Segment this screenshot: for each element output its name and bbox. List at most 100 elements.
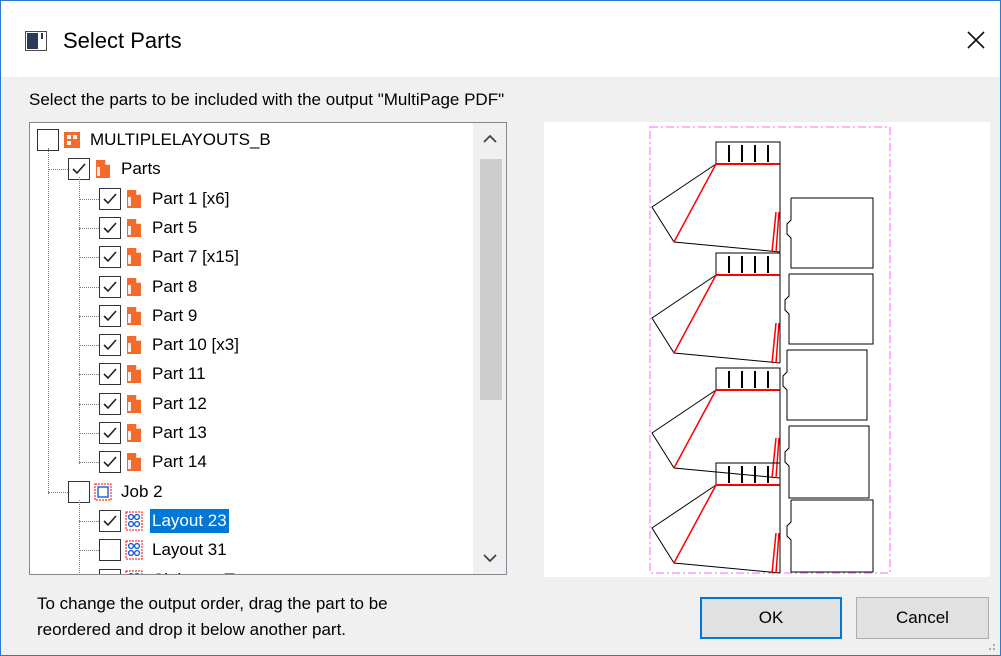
tree-connector-line (79, 177, 80, 465)
tree-item-layout-31[interactable]: Layout 31 (99, 536, 229, 564)
part-icon (125, 394, 143, 414)
tree-item-label: Part 11 (152, 364, 206, 384)
part-icon (125, 189, 143, 209)
scroll-thumb[interactable] (480, 159, 502, 400)
checkbox-unchecked[interactable] (99, 539, 121, 562)
app-icon (25, 31, 47, 51)
checkbox-checked[interactable] (99, 275, 121, 298)
tree-item-label: Part 12 (152, 393, 207, 413)
cut-line (775, 322, 780, 364)
cut-line (673, 389, 717, 469)
cut-line (771, 532, 777, 574)
close-button[interactable] (959, 23, 993, 57)
tree-item-multiplelayouts-b[interactable]: MULTIPLELAYOUTS_B (37, 126, 273, 154)
tree-item-part-7-x15[interactable]: Part 7 [x15] (99, 243, 241, 271)
chevron-up-icon (482, 134, 497, 143)
cut-line (673, 274, 717, 354)
parts-tree[interactable]: Clairman Town Layout 31 Layout 23 Job 2 Part… (29, 122, 507, 575)
ok-button[interactable]: OK (700, 597, 842, 639)
part-outline (715, 367, 781, 391)
cut-line (775, 437, 780, 479)
select-parts-dialog: Select Parts Select the parts to be incl… (0, 0, 1001, 656)
sheet-icon (94, 482, 112, 502)
cut-line (771, 322, 777, 364)
tree-item-part-8[interactable]: Part 8 (99, 273, 199, 301)
title-bar: Select Parts (1, 1, 1000, 77)
tree-item-part-13[interactable]: Part 13 (99, 419, 209, 447)
tree-item-label: Layout 23 (149, 507, 230, 534)
checkbox-unchecked[interactable] (99, 568, 121, 574)
tree-item-parts[interactable]: Parts (68, 155, 163, 183)
tree-connector-line (79, 403, 99, 405)
checkbox-checked[interactable] (99, 422, 121, 444)
part-outline (651, 274, 781, 364)
layout-preview (544, 122, 990, 577)
tree-connector-line (48, 491, 68, 493)
cut-line (771, 437, 777, 479)
part-outline (786, 197, 874, 269)
tree-item-label: MULTIPLELAYOUTS_B (90, 130, 271, 149)
tree-item-label: Part 13 (152, 423, 207, 442)
reorder-hint: To change the output order, drag the par… (37, 591, 388, 643)
cut-line (775, 211, 780, 253)
resize-grip-icon[interactable] (984, 639, 996, 651)
cancel-button[interactable]: Cancel (856, 597, 989, 639)
checkbox-checked[interactable] (99, 392, 121, 415)
tree-item-label: Part 1 [x6] (152, 188, 230, 208)
part-icon (125, 364, 143, 384)
tree-item-label: Clairman Town (150, 568, 266, 575)
tree-item-label: Part 8 (152, 276, 198, 296)
part-icon (125, 452, 143, 472)
cut-line (771, 211, 777, 253)
tree-connector-line (79, 374, 99, 376)
tree-connector-line (79, 550, 99, 552)
part-icon (125, 423, 143, 443)
part-outline (651, 163, 781, 253)
part-icon (125, 277, 143, 297)
tree-item-part-9[interactable]: Part 9 (99, 302, 199, 330)
parts-folder-icon (94, 159, 112, 179)
tree-item-layout-23[interactable]: Layout 23 (99, 507, 230, 535)
checkbox-checked[interactable] (99, 216, 121, 239)
tree-item-part-1-x6[interactable]: Part 1 [x6] (99, 185, 231, 213)
tree-item-part-10-x3[interactable]: Part 10 [x3] (99, 331, 241, 359)
tree-item-part-14[interactable]: Part 14 (99, 448, 209, 476)
tree-connector-line (48, 169, 68, 171)
tree-item-job-2[interactable]: Job 2 (68, 478, 165, 506)
checkbox-checked[interactable] (99, 187, 121, 210)
checkbox-checked[interactable] (99, 246, 121, 269)
part-icon (125, 335, 143, 355)
layout-icon (125, 540, 143, 560)
tree-vertical-scrollbar[interactable] (473, 123, 506, 574)
instruction-text: Select the parts to be included with the… (29, 90, 505, 109)
tree-item-part-12[interactable]: Part 12 (99, 390, 209, 418)
part-outline (786, 499, 874, 573)
scroll-up-button[interactable] (473, 123, 506, 155)
tree-connector-line (79, 499, 80, 574)
checkbox-checked[interactable] (99, 363, 121, 386)
part-outline (782, 349, 868, 421)
part-icon (125, 306, 143, 326)
checkbox-checked[interactable] (99, 304, 121, 327)
part-icon (125, 218, 143, 238)
tree-item-part-11[interactable]: Part 11 (99, 360, 208, 388)
layout-icon (125, 570, 143, 574)
tree-connector-line (79, 257, 99, 259)
checkbox-checked[interactable] (99, 509, 121, 532)
tree-item-part-5[interactable]: Part 5 (99, 214, 199, 242)
tree-item-label: Part 5 (152, 217, 198, 237)
tree-connector-line (79, 345, 99, 347)
tree-connector-line (79, 315, 99, 317)
tree-item-label: Parts (121, 159, 161, 179)
chevron-down-icon (482, 554, 497, 563)
cut-line (775, 532, 780, 574)
part-outline (715, 141, 781, 165)
tree-item-label: Job 2 (121, 481, 163, 501)
cut-line (673, 163, 717, 243)
tree-item-clairman-town[interactable]: Clairman Town (99, 566, 266, 575)
checkbox-checked[interactable] (99, 451, 121, 474)
scroll-down-button[interactable] (473, 542, 506, 574)
checkbox-checked[interactable] (99, 334, 121, 357)
tree-connector-line (79, 433, 99, 434)
tree-item-label: Layout 31 (152, 540, 227, 560)
